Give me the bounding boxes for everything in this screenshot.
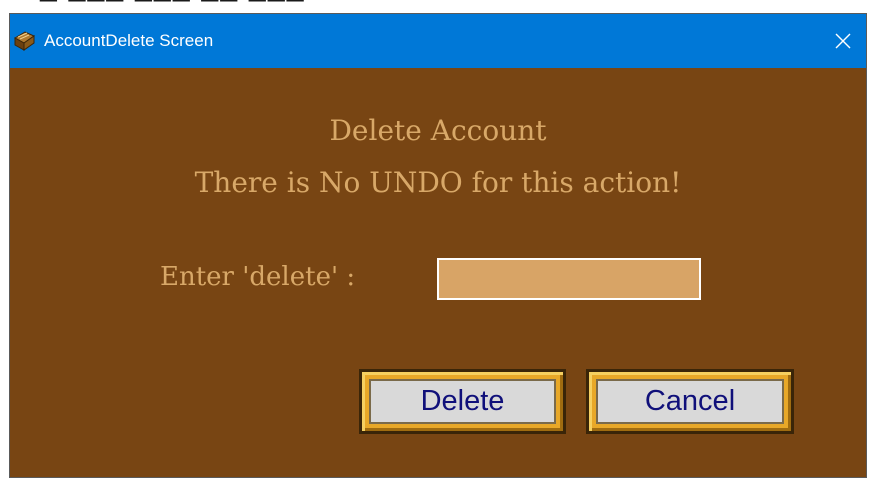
dialog-body: Delete Account There is No UNDO for this… xyxy=(10,68,866,477)
dialog-heading: Delete Account xyxy=(329,114,547,147)
warning-message: There is No UNDO for this action! xyxy=(194,166,682,199)
delete-button-label: Delete xyxy=(369,379,556,424)
title-bar[interactable]: AccountDelete Screen xyxy=(10,14,866,68)
background-window-strip: ▀ ▀▀▀ ▀▀▀ ▀▀ ▀▀▀ xyxy=(0,0,871,14)
close-icon xyxy=(835,33,851,49)
cancel-button-label: Cancel xyxy=(596,379,784,424)
cancel-button[interactable]: Cancel xyxy=(586,369,794,434)
confirm-prompt-label: Enter 'delete' : xyxy=(160,262,356,292)
delete-button[interactable]: Delete xyxy=(359,369,566,434)
background-text-fragment: ▀ ▀▀▀ ▀▀▀ ▀▀ ▀▀▀ xyxy=(40,0,306,14)
window-title: AccountDelete Screen xyxy=(44,31,214,50)
account-delete-window: AccountDelete Screen Delete Account Ther… xyxy=(10,14,866,477)
close-button[interactable] xyxy=(820,14,866,68)
confirm-delete-input[interactable] xyxy=(437,258,701,300)
app-book-icon xyxy=(12,29,36,53)
